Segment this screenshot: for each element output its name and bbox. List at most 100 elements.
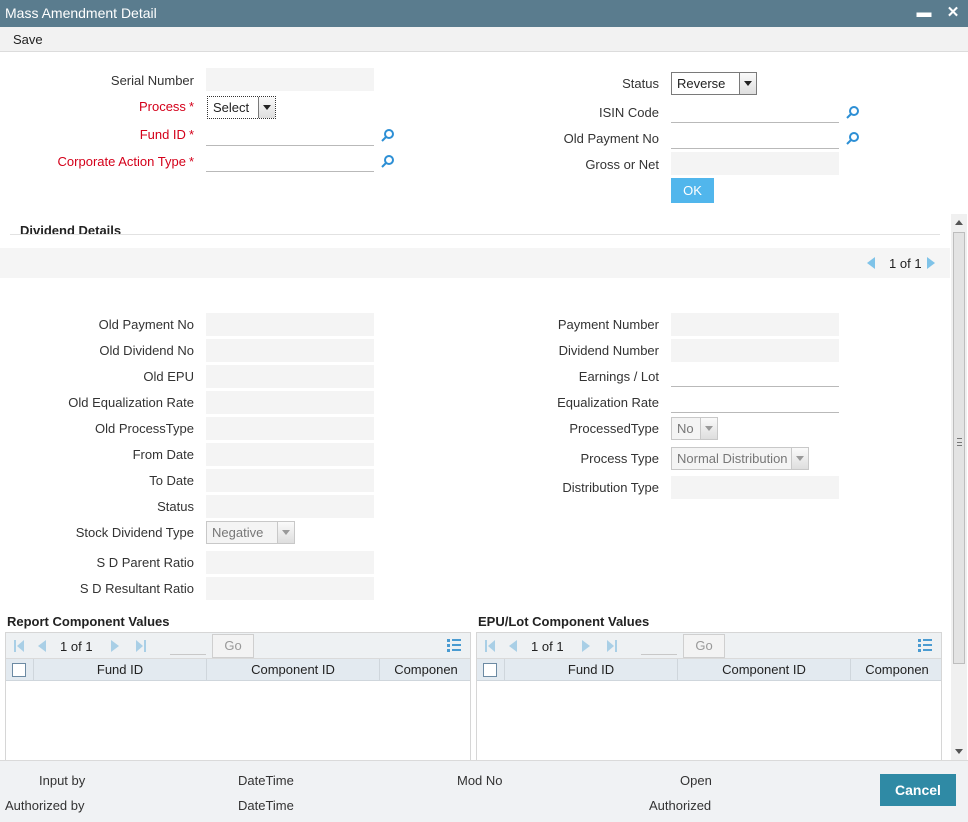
chevron-down-icon	[277, 522, 294, 543]
mod-no-label: Mod No	[457, 773, 503, 788]
open-label: Open	[680, 773, 712, 788]
equalization-rate-input[interactable]	[671, 390, 839, 413]
input-datetime-label: DateTime	[238, 773, 294, 788]
vertical-scrollbar[interactable]	[951, 214, 967, 760]
serial-number-label: Serial Number	[110, 73, 194, 88]
page-number-input[interactable]	[170, 637, 206, 655]
chevron-down-icon	[739, 73, 756, 94]
sd-parent-ratio-label: S D Parent Ratio	[96, 555, 194, 570]
chevron-down-icon	[700, 418, 717, 439]
old-payment-no-label: Old Payment No	[563, 131, 659, 146]
old-dividend-no-label: Old Dividend No	[99, 343, 194, 358]
go-button[interactable]: Go	[683, 634, 725, 658]
scroll-down-icon[interactable]	[955, 749, 963, 754]
column-component[interactable]: Componen	[851, 659, 943, 681]
earnings-lot-input[interactable]	[671, 364, 839, 387]
from-date-field	[206, 443, 374, 466]
fund-id-input[interactable]	[206, 123, 374, 146]
page-number-input[interactable]	[641, 637, 677, 655]
section-divider	[10, 234, 940, 235]
payment-number-label: Payment Number	[557, 317, 659, 332]
distribution-type-field	[671, 476, 839, 499]
sd-resultant-ratio-field	[206, 577, 374, 600]
old-payment-no-detail-label: Old Payment No	[98, 317, 194, 332]
process-select[interactable]: Select	[207, 96, 276, 119]
process-select-value: Select	[213, 100, 250, 115]
old-epu-field	[206, 365, 374, 388]
corporate-action-type-input[interactable]	[206, 149, 374, 172]
column-component-id[interactable]: Component ID	[207, 659, 380, 681]
cancel-button[interactable]: Cancel	[880, 774, 956, 806]
column-fund-id[interactable]: Fund ID	[34, 659, 207, 681]
sd-resultant-ratio-label: S D Resultant Ratio	[79, 581, 194, 596]
next-page-icon[interactable]	[111, 640, 119, 652]
record-counter: 1 of 1	[889, 256, 922, 271]
dividend-status-field	[206, 495, 374, 518]
corporate-action-type-label: Corporate Action Type *	[57, 154, 194, 169]
grid-toolbar: 1 of 1 Go	[6, 633, 470, 659]
to-date-field	[206, 469, 374, 492]
scroll-up-icon[interactable]	[955, 220, 963, 225]
column-settings-icon[interactable]	[447, 639, 461, 652]
status-select-value: Reverse	[677, 76, 726, 91]
next-record-icon[interactable]	[927, 257, 935, 269]
window-titlebar: Mass Amendment Detail ▬ ✕	[0, 0, 968, 27]
scroll-thumb[interactable]	[953, 232, 965, 664]
column-component-id[interactable]: Component ID	[678, 659, 851, 681]
gross-or-net-field	[671, 152, 839, 175]
menu-bar: Save	[0, 27, 968, 52]
old-payment-no-input[interactable]	[671, 126, 839, 149]
old-epu-label: Old EPU	[143, 369, 194, 384]
status-select[interactable]: Reverse	[671, 72, 757, 95]
processed-type-value: No	[677, 421, 694, 436]
isin-search-icon[interactable]	[846, 105, 860, 119]
processed-type-select[interactable]: No	[671, 417, 718, 440]
previous-page-icon[interactable]	[509, 640, 517, 652]
select-all-cell	[477, 659, 505, 681]
corporate-action-search-icon[interactable]	[381, 154, 395, 168]
old-process-type-field	[206, 417, 374, 440]
window-title: Mass Amendment Detail	[5, 5, 157, 21]
audit-footer: Input by Authorized by DateTime DateTime…	[0, 760, 968, 822]
equalization-rate-label: Equalization Rate	[557, 395, 659, 410]
previous-page-icon[interactable]	[38, 640, 46, 652]
authorized-by-label: Authorized by	[5, 798, 85, 813]
last-page-icon[interactable]	[136, 640, 146, 652]
report-component-grid: 1 of 1 Go Fund ID Component ID Componen	[5, 632, 471, 760]
stock-dividend-type-value: Negative	[212, 525, 264, 540]
dividend-number-label: Dividend Number	[558, 343, 659, 358]
chevron-down-icon	[258, 97, 275, 118]
gross-or-net-label: Gross or Net	[585, 157, 659, 172]
grid-header-row: Fund ID Component ID Componen	[6, 659, 470, 681]
first-page-icon[interactable]	[14, 640, 24, 652]
stock-dividend-type-select[interactable]: Negative	[206, 521, 295, 544]
close-icon[interactable]: ✕	[943, 2, 963, 24]
process-type-value: Normal Distribution	[677, 451, 788, 466]
old-dividend-no-field	[206, 339, 374, 362]
select-all-checkbox[interactable]	[12, 663, 26, 677]
column-component[interactable]: Componen	[380, 659, 472, 681]
column-settings-icon[interactable]	[918, 639, 932, 652]
last-page-icon[interactable]	[607, 640, 617, 652]
first-page-icon[interactable]	[485, 640, 495, 652]
old-process-type-label: Old ProcessType	[95, 421, 194, 436]
fund-id-search-icon[interactable]	[381, 128, 395, 142]
go-button[interactable]: Go	[212, 634, 254, 658]
earnings-lot-label: Earnings / Lot	[578, 369, 659, 384]
grip-icon	[957, 438, 962, 446]
dividend-pager-bar: 1 of 1	[0, 248, 950, 278]
isin-code-input[interactable]	[671, 100, 839, 123]
previous-record-icon[interactable]	[867, 257, 875, 269]
column-fund-id[interactable]: Fund ID	[505, 659, 678, 681]
minimize-icon[interactable]: ▬	[914, 2, 934, 24]
ok-button[interactable]: OK	[671, 178, 714, 203]
select-all-checkbox[interactable]	[483, 663, 497, 677]
grid-page-indicator: 1 of 1	[531, 639, 564, 654]
old-payment-search-icon[interactable]	[846, 131, 860, 145]
next-page-icon[interactable]	[582, 640, 590, 652]
status-label: Status	[622, 76, 659, 91]
save-menu-item[interactable]: Save	[13, 32, 43, 47]
process-type-select[interactable]: Normal Distribution	[671, 447, 809, 470]
stock-dividend-type-label: Stock Dividend Type	[75, 525, 194, 540]
serial-number-field	[206, 68, 374, 91]
